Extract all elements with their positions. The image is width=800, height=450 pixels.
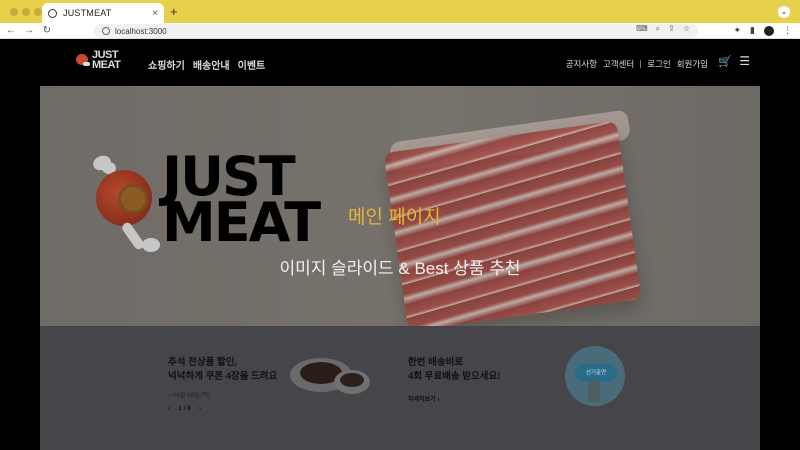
utility-nav: 공지사항 고객센터 로그인 회원가입 — [566, 58, 708, 70]
nav-divider — [640, 60, 642, 68]
site-header: JUST MEAT 쇼핑하기 배송안내 이벤트 공지사항 고객센터 로그인 회원… — [40, 40, 760, 86]
drumstick-illustration — [88, 153, 168, 256]
omnibox-actions: ⌨ ⌕ ⇪ ☆ — [636, 24, 690, 34]
browser-toolbar: ← → ↻ localhost:3000 ⌨ ⌕ ⇪ ☆ ✦ ▮ ⋮ — [0, 23, 800, 39]
close-tab-icon[interactable]: × — [152, 8, 158, 19]
share-icon[interactable]: ⇪ — [668, 24, 675, 34]
new-tab-button[interactable]: + — [170, 4, 178, 19]
meat-logo-icon — [76, 52, 90, 68]
window-close-button[interactable] — [10, 8, 18, 16]
forward-icon[interactable]: → — [22, 25, 36, 36]
browser-window: JUSTMEAT × + ⌄ ← → ↻ localhost:3000 ⌨ ⌕ … — [0, 0, 800, 450]
pager-text: 1 / 8 — [178, 405, 191, 412]
main-nav: 쇼핑하기 배송안내 이벤트 — [148, 57, 265, 72]
hamburger-menu-icon[interactable]: ☰ — [739, 54, 750, 68]
pager-next-icon[interactable]: › — [199, 405, 201, 412]
promo-more-link[interactable]: 자세히보기 › — [408, 394, 500, 403]
browser-tab[interactable]: JUSTMEAT × — [42, 3, 164, 23]
nav-signup[interactable]: 회원가입 — [677, 58, 708, 70]
tab-title: JUSTMEAT — [63, 8, 112, 18]
promo-strip: 추석 전상품 할인, 넉넉하게 쿠폰 4장을 드려요 ~ 09월 08일 (목)… — [40, 326, 760, 450]
site-logo[interactable]: JUST MEAT — [76, 49, 121, 71]
promo-delivery-title-line2: 4회 무료배송 받으세요! — [408, 371, 501, 382]
logo-wordmark: JUST MEAT — [92, 49, 121, 71]
nav-delivery[interactable]: 배송안내 — [193, 57, 230, 72]
url-text: localhost:3000 — [115, 26, 167, 36]
nav-event[interactable]: 이벤트 — [238, 57, 266, 72]
toolbar-right: ✦ ▮ ⋮ — [734, 25, 792, 36]
bookmark-star-icon[interactable]: ☆ — [683, 24, 690, 34]
website: JUST MEAT 쇼핑하기 배송안내 이벤트 공지사항 고객센터 로그인 회원… — [40, 40, 760, 450]
promo-card-coupon[interactable]: 추석 전상품 할인, 넉넉하게 쿠폰 4장을 드려요 ~ 09월 08일 (목)… — [168, 356, 277, 412]
promo-coupon-title-line2: 넉넉하게 쿠폰 4장을 드려요 — [168, 371, 278, 382]
promo-pager: ‹ 1 / 8 › — [168, 405, 277, 412]
tab-search-icon[interactable]: ⌄ — [778, 6, 790, 18]
back-icon[interactable]: ← — [4, 25, 18, 36]
promo-coupon-date: ~ 09월 08일 (목) — [168, 393, 211, 399]
nav-login[interactable]: 로그인 — [647, 58, 670, 70]
hero-slider[interactable]: JUST MEAT 메인 페이지 이미지 슬라이드 & Best 상품 추천 — [40, 86, 760, 326]
profile-avatar[interactable] — [764, 25, 774, 36]
hero-logo: JUST MEAT — [162, 145, 321, 254]
hand-icon — [588, 380, 600, 402]
browser-menu-icon[interactable]: ⋮ — [783, 25, 792, 36]
pager-prev-icon[interactable]: ‹ — [168, 405, 170, 412]
site-info-icon[interactable] — [102, 27, 110, 35]
zoom-icon[interactable]: ⌕ — [656, 24, 660, 34]
translate-icon[interactable]: ⌨ — [636, 24, 648, 34]
dish-image — [290, 354, 370, 396]
hero-caption-sub: 이미지 슬라이드 & Best 상품 추천 — [279, 259, 521, 278]
reload-icon[interactable]: ↻ — [40, 25, 54, 36]
window-minimize-button[interactable] — [22, 8, 30, 16]
address-bar[interactable]: localhost:3000 — [94, 24, 698, 38]
nav-shopping[interactable]: 쇼핑하기 — [148, 57, 185, 72]
promo-card-delivery[interactable]: 한번 배송비로 4회 무료배송 받으세요! 자세히보기 › — [408, 356, 500, 403]
ticket-icon: 선거출연 — [575, 364, 617, 382]
promo-delivery-title-line1: 한번 배송비로 — [408, 357, 464, 368]
tab-bar: JUSTMEAT × + ⌄ — [0, 0, 800, 23]
side-panel-icon[interactable]: ▮ — [750, 25, 755, 36]
nav-notice[interactable]: 공지사항 — [566, 58, 597, 70]
nav-customer-center[interactable]: 고객센터 — [603, 58, 634, 70]
favicon-icon — [48, 8, 57, 18]
promo-coupon-title-line1: 추석 전상품 할인, — [168, 357, 238, 368]
hero-caption-main: 메인 페이지 — [348, 207, 441, 228]
extensions-icon[interactable]: ✦ — [734, 25, 742, 36]
window-zoom-button[interactable] — [34, 8, 42, 16]
cart-icon[interactable]: 🛒 — [718, 55, 732, 68]
